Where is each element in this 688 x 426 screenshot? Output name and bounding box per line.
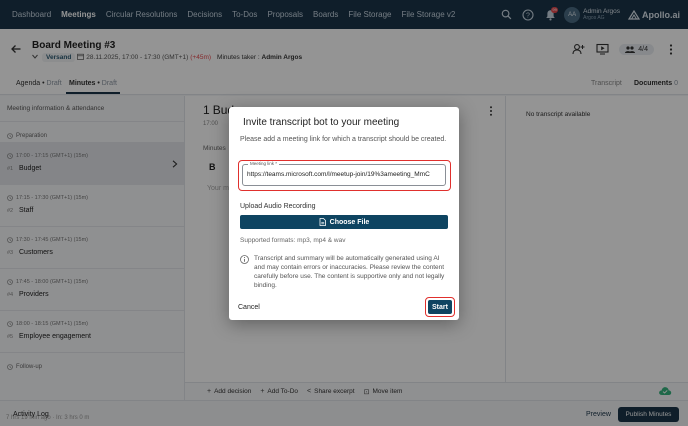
dialog-title: Invite transcript bot to your meeting — [243, 117, 400, 128]
invite-transcript-bot-dialog: Invite transcript bot to your meeting Pl… — [229, 107, 459, 320]
dialog-description: Please add a meeting link for which a tr… — [240, 136, 447, 143]
choose-file-button[interactable]: Choose File — [240, 215, 448, 229]
meeting-link-field[interactable]: Meeting link * — [242, 161, 446, 186]
meeting-link-highlight: Meeting link * — [238, 160, 451, 191]
info-icon — [240, 255, 249, 264]
meeting-link-label: Meeting link * — [248, 161, 280, 166]
disclaimer-text: Transcript and summary will be automatic… — [254, 255, 445, 289]
start-button[interactable]: Start — [428, 300, 452, 314]
meeting-link-input[interactable] — [247, 171, 443, 178]
supported-formats: Supported formats: mp3, mp4 & wav — [240, 237, 346, 244]
ai-disclaimer: Transcript and summary will be automatic… — [240, 254, 448, 290]
cancel-button[interactable]: Cancel — [238, 304, 260, 311]
choose-file-label: Choose File — [329, 218, 370, 226]
upload-audio-label: Upload Audio Recording — [240, 203, 316, 210]
start-button-highlight: Start — [425, 297, 455, 317]
file-icon — [319, 218, 326, 226]
